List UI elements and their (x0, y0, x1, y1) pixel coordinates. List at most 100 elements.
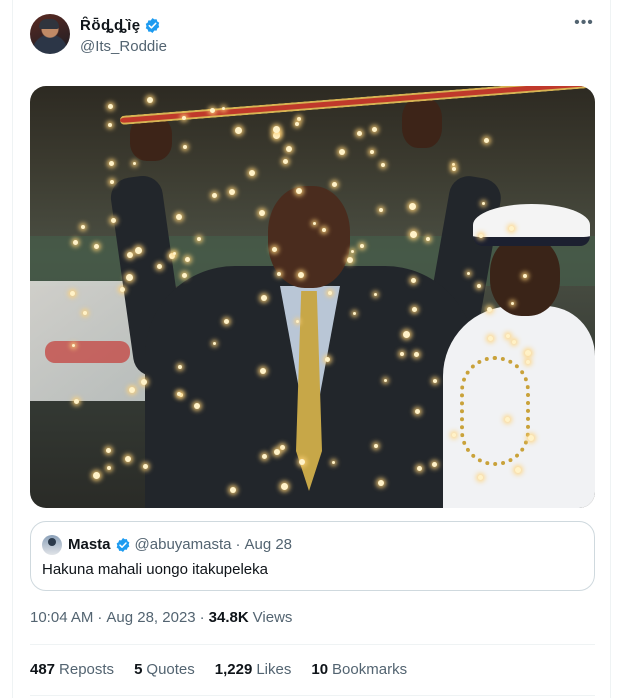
spark (515, 467, 521, 473)
quoted-separator: · (235, 536, 241, 553)
spark (273, 126, 280, 133)
spark (523, 274, 527, 278)
tweet-date[interactable]: Aug 28, 2023 (106, 609, 195, 626)
spark (526, 360, 530, 364)
quoted-display-name: Masta (68, 536, 111, 553)
spark (313, 222, 316, 225)
spark (147, 97, 153, 103)
likes-label: Likes (256, 661, 292, 678)
spark (229, 189, 235, 195)
spark (177, 392, 181, 396)
spark (108, 104, 113, 109)
spark (261, 295, 267, 301)
spark (509, 226, 514, 231)
spark (280, 445, 285, 450)
spark (133, 162, 136, 165)
tweet-time[interactable]: 10:04 AM (30, 609, 93, 626)
author-display-name[interactable]: Ȓȫȡȡȉȩ (80, 17, 141, 34)
spark (482, 202, 485, 205)
tweet-photo[interactable] (30, 86, 595, 508)
spark (70, 291, 75, 296)
spark (487, 307, 492, 312)
spark (295, 122, 299, 126)
spark (467, 272, 470, 275)
more-options-icon[interactable]: ••• (574, 15, 594, 36)
spark (332, 461, 335, 464)
verified-badge-icon (145, 18, 159, 33)
spark (410, 231, 417, 238)
spark (141, 379, 147, 385)
spark (222, 107, 225, 110)
spark (505, 417, 510, 422)
spark (296, 320, 299, 323)
author-handle[interactable]: @Its_Roddie (80, 38, 167, 55)
spark (157, 264, 162, 269)
spark (296, 188, 302, 194)
spark (360, 244, 364, 248)
spark (488, 336, 493, 341)
tweet-stats: 487 Reposts 5 Quotes 1,229 Likes 10 Book… (30, 661, 407, 678)
views-label: Views (252, 609, 293, 626)
bookmarks-stat[interactable]: 10 Bookmarks (311, 661, 407, 678)
divider-bottom (30, 695, 595, 696)
spark (378, 480, 384, 486)
reposts-stat[interactable]: 487 Reposts (30, 661, 114, 678)
spark (528, 435, 534, 441)
quotes-stat[interactable]: 5 Quotes (134, 661, 195, 678)
spark (525, 350, 531, 356)
spark (433, 379, 437, 383)
timeline-border-right (610, 0, 611, 698)
spark (339, 149, 345, 155)
spark (432, 462, 437, 467)
spark (197, 237, 201, 241)
spark (183, 145, 187, 149)
spark (374, 293, 377, 296)
spark (182, 116, 186, 120)
spark (479, 234, 483, 238)
spark (381, 163, 385, 167)
spark (357, 131, 362, 136)
spark (274, 449, 280, 455)
spark (325, 357, 330, 362)
spark (322, 228, 326, 232)
likes-stat[interactable]: 1,229 Likes (215, 661, 292, 678)
spark (249, 170, 255, 176)
spark (210, 108, 215, 113)
spark (185, 257, 190, 262)
spark (370, 150, 374, 154)
spark (127, 252, 133, 258)
spark (126, 274, 133, 281)
spark (299, 459, 305, 465)
spark (478, 475, 483, 480)
spark (400, 352, 404, 356)
quoted-verified-badge-icon (116, 537, 129, 552)
spark (283, 159, 288, 164)
spark (417, 466, 422, 471)
spark (230, 487, 236, 493)
meta-separator-2: · (199, 609, 205, 626)
quoted-tweet[interactable]: Masta @abuyamasta · Aug 28 Hakuna mahali… (30, 521, 595, 591)
spark (74, 399, 79, 404)
spark (415, 409, 420, 414)
spark (135, 247, 142, 254)
spark (262, 454, 267, 459)
quotes-count: 5 (134, 661, 143, 678)
spark (72, 344, 75, 347)
spark (212, 193, 217, 198)
spark (109, 161, 114, 166)
spark (484, 138, 489, 143)
quoted-handle: @abuyamasta (134, 536, 232, 553)
divider (30, 644, 595, 645)
author-avatar[interactable] (30, 14, 70, 54)
quoted-text: Hakuna mahali uongo itakupeleka (42, 561, 268, 578)
spark (372, 127, 377, 132)
bookmarks-label: Bookmarks (332, 661, 408, 678)
spark (111, 218, 116, 223)
tweet-meta: 10:04 AM · Aug 28, 2023 · 34.8K Views (30, 609, 292, 626)
spark (73, 240, 78, 245)
spark (297, 117, 301, 121)
spark (277, 272, 281, 276)
meta-separator-1: · (97, 609, 103, 626)
spark (452, 433, 456, 437)
spark (182, 273, 187, 278)
